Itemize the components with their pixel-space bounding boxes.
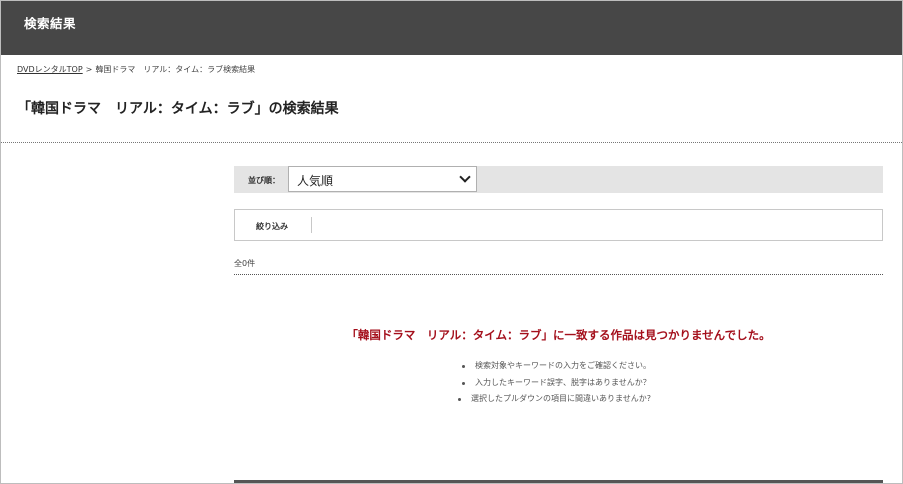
- sort-select-value: 人気順: [297, 174, 334, 188]
- breadcrumb-separator: >: [85, 65, 93, 74]
- page-title: 「韓国ドラマ リアル：タイム：ラブ」の検索結果: [17, 101, 339, 117]
- page-frame: 検索結果 DVDレンタルTOP > 韓国ドラマ リアル：タイム：ラブ検索結果 「韓国…: [0, 0, 903, 484]
- breadcrumb-home-link[interactable]: DVDレンタルTOP: [17, 65, 83, 74]
- title-divider: [1, 142, 902, 143]
- sort-label: 並び順：: [248, 176, 280, 185]
- filter-box: 絞り込み: [234, 209, 883, 241]
- footer-bar: [234, 480, 883, 483]
- result-divider: [234, 274, 883, 275]
- hint-item: 検索対象やキーワードの入力をご確認ください。: [461, 360, 651, 377]
- header-bar: 検索結果: [1, 1, 902, 55]
- hint-item: 入力したキーワード誤字、脱字はありませんか？: [461, 377, 651, 394]
- breadcrumb-current: 韓国ドラマ リアル：タイム：ラブ検索結果: [95, 65, 256, 74]
- sort-bar: 並び順： 人気順: [234, 166, 883, 193]
- sort-select[interactable]: 人気順: [288, 166, 477, 192]
- filter-divider: [311, 217, 312, 233]
- chevron-down-icon: [459, 171, 471, 183]
- result-count: 全0件: [234, 259, 256, 268]
- filter-toggle[interactable]: 絞り込み: [256, 221, 288, 232]
- no-result-message: 「韓国ドラマ リアル：タイム：ラブ」に一致する作品は見つかりませんでした。: [346, 328, 771, 342]
- breadcrumb: DVDレンタルTOP > 韓国ドラマ リアル：タイム：ラブ検索結果: [17, 64, 255, 75]
- hint-list: 検索対象やキーワードの入力をご確認ください。 入力したキーワード誤字、脱字はあり…: [458, 360, 651, 410]
- header-title: 検索結果: [24, 16, 77, 31]
- hint-item: 選択したプルダウンの項目に間違いありませんか?: [457, 393, 651, 410]
